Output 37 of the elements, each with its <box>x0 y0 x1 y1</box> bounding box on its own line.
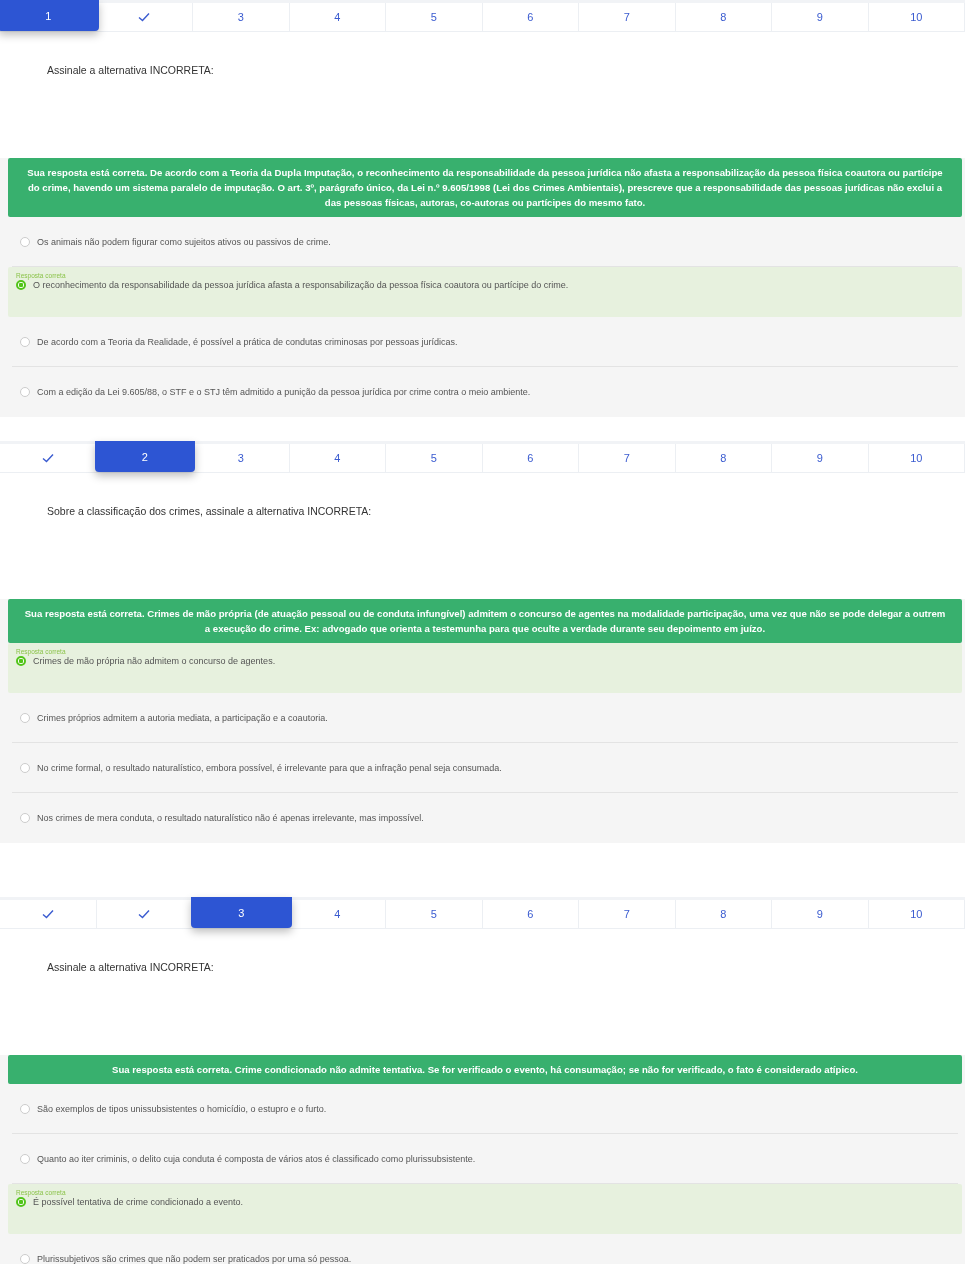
question-text: Assinale a alternativa INCORRETA: <box>47 961 214 973</box>
option-text: São exemplos de tipos unissubsistentes o homicídio, o estupro e o furto. <box>37 1103 327 1114</box>
radio-button[interactable] <box>16 280 26 290</box>
option-text: Com a edição da Lei 9.605/88, o STF e o STJ têm admitido a punição da pessoa jurídica por crime contra o meio ambiente. <box>37 387 531 397</box>
question-tab[interactable]: 1 <box>0 0 99 31</box>
radio-button[interactable] <box>16 1197 26 1207</box>
feedback-banner: Sua resposta está correta. De acordo com a Teoria da Dupla Imputação, o reconhecimento da responsabilidade da pessoa jurídica não afasta a responsabilização da pessoa física coautora ou partícipe do crime, havendo um sistema paralelo de imputação. O art. 3º, parágrafo único, da Lei n.º 9.605/1998 (Lei dos Crimes Ambientais), prescreve que a responsabilidade das pessoas jurídicas não exclui a das pessoas físicas, autoras, co-autoras ou partícipes do mesmo fato. <box>8 158 962 217</box>
radio-button[interactable] <box>20 813 30 823</box>
question-text: Sobre a classificação dos crimes, assinale a alternativa INCORRETA: <box>47 505 372 517</box>
radio-button[interactable] <box>20 1153 30 1164</box>
question-text: Assinale a alternativa INCORRETA: <box>47 64 214 76</box>
radio-button[interactable] <box>20 1254 30 1264</box>
option-text: De acordo com a Teoria da Realidade, é possível a prática de condutas criminosas por pessoas jurídicas. <box>37 336 458 347</box>
feedback-banner: Sua resposta está correta. Crime condicionado não admite tentativa. Se for verificado o evento, há consumação; se não for verificado, o fato é considerado atípico. <box>8 1055 962 1084</box>
question-tab[interactable]: 2 <box>94 441 195 472</box>
radio-button[interactable] <box>20 1103 30 1114</box>
option-text: Quanto ao iter criminis, o delito cuja conduta é composta de vários atos é classificado como plurissubsistente. <box>37 1153 476 1164</box>
option-text: Crimes de mão própria não admitem o concurso de agentes. <box>33 656 276 666</box>
check-icon <box>138 12 151 22</box>
radio-button[interactable] <box>20 236 30 247</box>
option-text: Nos crimes de mera conduta, o resultado naturalístico não é apenas irrelevante, mas impossível. <box>37 813 424 823</box>
option-text: Os animais não podem figurar como sujeitos ativos ou passivos de crime. <box>37 236 331 247</box>
option-text: Plurissubjetivos são crimes que não podem ser praticados por uma só pessoa. <box>37 1254 352 1264</box>
check-icon <box>41 909 54 919</box>
option-text: Crimes próprios admitem a autoria mediata, a participação e a coautoria. <box>37 712 328 723</box>
option-text: No crime formal, o resultado naturalístico, embora possível, é irrelevante para que a infração penal seja consumada. <box>37 762 502 773</box>
radio-button[interactable] <box>20 387 30 397</box>
check-icon <box>41 453 54 463</box>
radio-button[interactable] <box>16 656 26 666</box>
option-text: O reconhecimento da responsabilidade da pessoa jurídica afasta a responsabilização da pessoa física coautora ou partícipe do crime. <box>33 280 569 290</box>
feedback-banner: Sua resposta está correta. Crimes de mão própria (de atuação pessoal ou de conduta infungível) admitem o concurso de agentes na modalidade participação, uma vez que não se pode delegar a outrem a execução do crime. Ex: advogado que orienta a testemunha para que oculte a verdade durante seu depoimento em juízo. <box>8 599 962 643</box>
radio-button[interactable] <box>20 762 30 773</box>
radio-button[interactable] <box>20 712 30 723</box>
radio-button[interactable] <box>20 336 30 347</box>
option-text: É possível tentativa de crime condicionado a evento. <box>33 1197 244 1207</box>
question-tab[interactable]: 3 <box>191 897 292 928</box>
check-icon <box>138 909 151 919</box>
